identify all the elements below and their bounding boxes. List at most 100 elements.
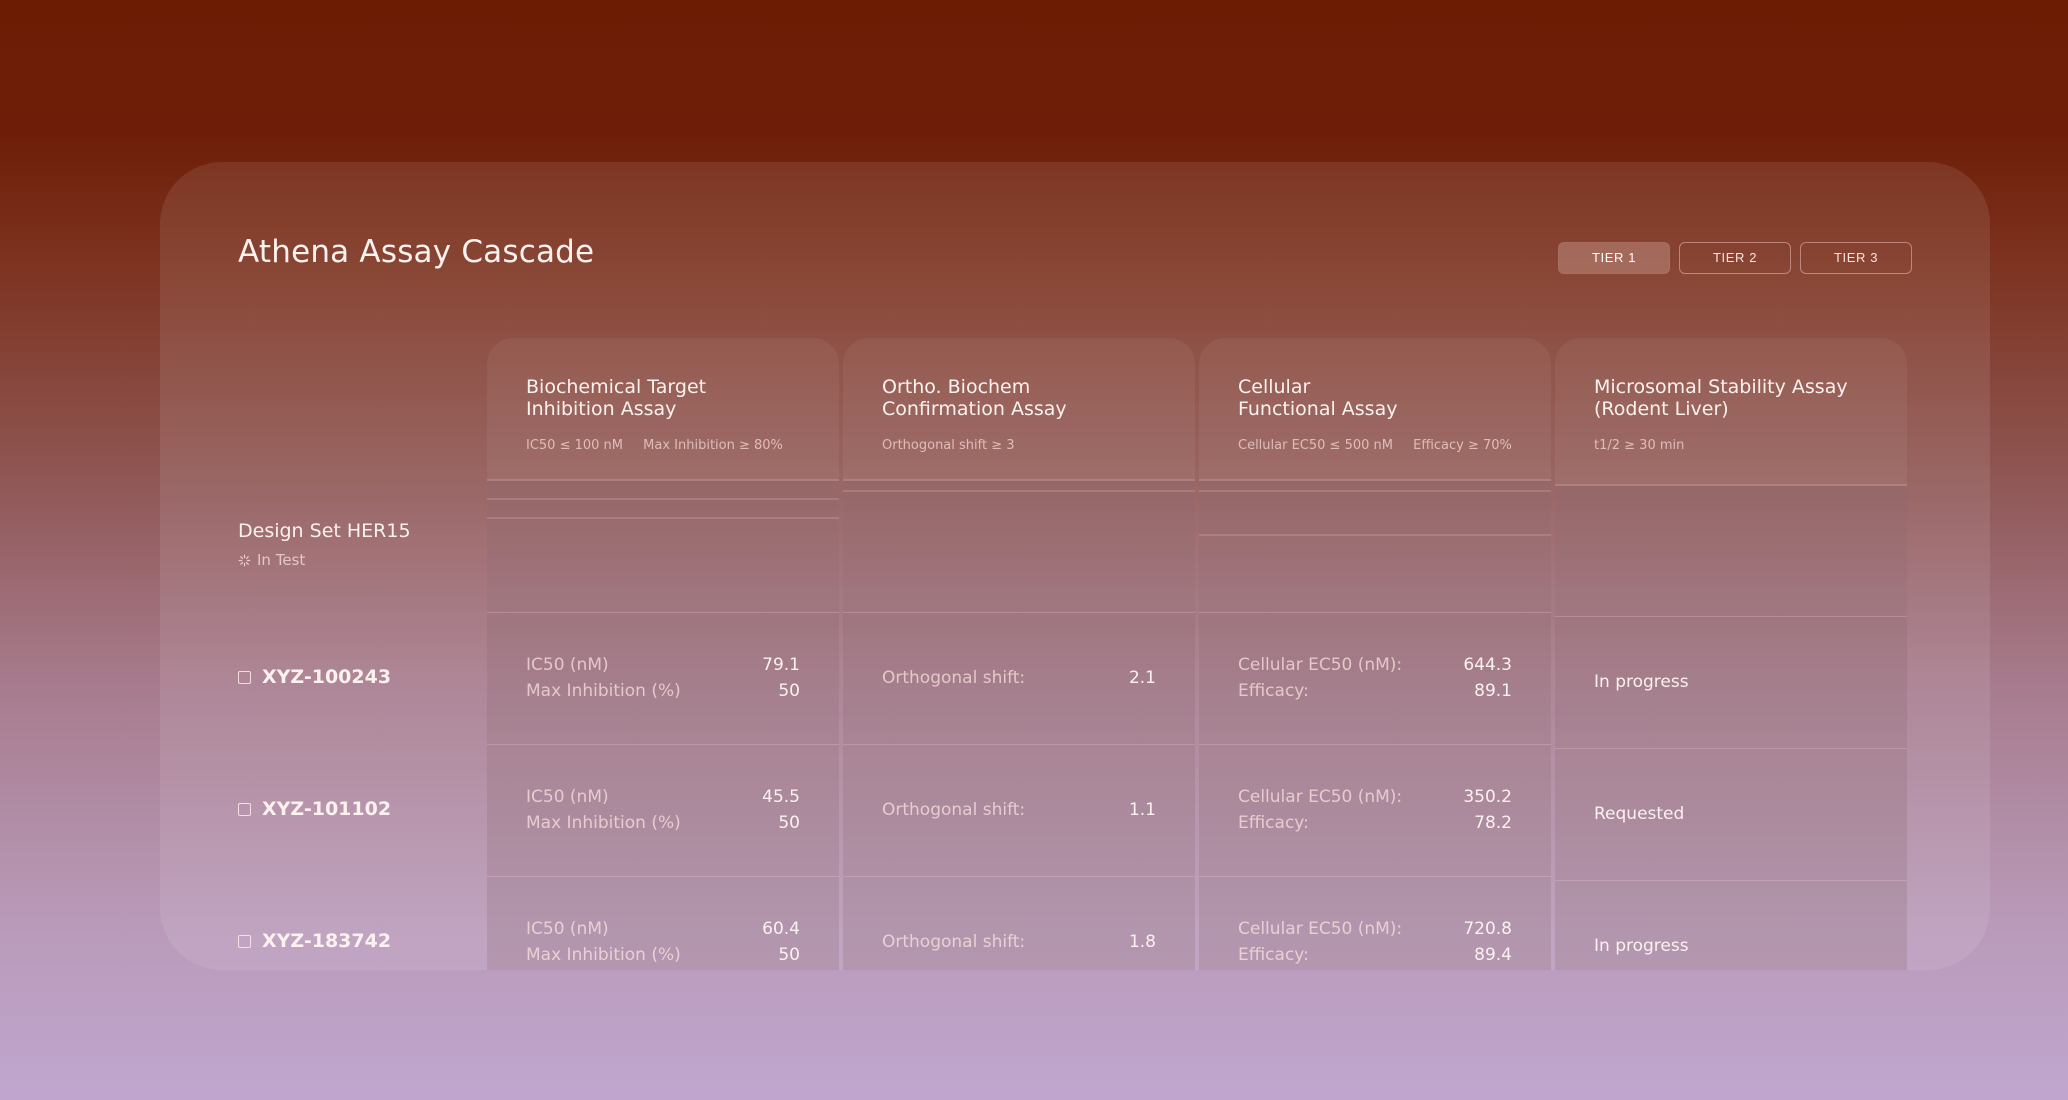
metric-label: IC50 (nM) — [526, 919, 609, 939]
metric-label: Efficacy: — [1238, 681, 1309, 701]
assay-status: Requested — [1594, 804, 1685, 824]
metric-label: Max Inhibition (%) — [526, 945, 681, 965]
metric-value: 2.1 — [1128, 668, 1156, 688]
result-cell[interactable]: Cellular EC50 (nM): 644.3 Efficacy: 89.1 — [1199, 612, 1551, 744]
compound-row-label[interactable]: XYZ-183742 — [238, 930, 391, 952]
metric-label: Max Inhibition (%) — [526, 681, 681, 701]
assay-title: Microsomal Stability Assay (Rodent Liver… — [1594, 376, 1848, 420]
metric-value: 79.1 — [762, 655, 800, 675]
design-set-status-label: In Test — [257, 551, 306, 569]
progress-band — [1199, 479, 1551, 612]
result-cell[interactable]: IC50 (nM) 45.5 Max Inhibition (%) 50 — [487, 744, 839, 876]
metric-label: Orthogonal shift: — [882, 800, 1026, 820]
metric-value: 50 — [778, 813, 800, 833]
metric-label: Orthogonal shift: — [882, 932, 1026, 952]
page-title: Athena Assay Cascade — [238, 234, 595, 270]
progress-line — [1555, 484, 1907, 486]
progress-band — [1555, 484, 1907, 616]
metric-value: 1.8 — [1128, 932, 1156, 952]
metric-row: Orthogonal shift: 1.8 — [882, 932, 1156, 952]
compound-row-label[interactable]: XYZ-101102 — [238, 798, 391, 820]
assay-criteria: t1/2 ≥ 30 min — [1594, 438, 1684, 453]
assay-title: Cellular Functional Assay — [1238, 376, 1398, 420]
result-cell[interactable]: IC50 (nM) 79.1 Max Inhibition (%) 50 — [487, 612, 839, 744]
assay-title: Ortho. Biochem Confirmation Assay — [882, 376, 1067, 420]
progress-line — [843, 479, 1195, 481]
progress-line — [487, 479, 839, 481]
metric-row: Cellular EC50 (nM): 644.3 — [1238, 655, 1512, 675]
metric-value: 720.8 — [1463, 919, 1512, 939]
metric-value: 89.1 — [1474, 681, 1512, 701]
assay-status: In progress — [1594, 672, 1689, 692]
tab-tier-3[interactable]: TIER 3 — [1800, 242, 1912, 274]
tab-tier-1[interactable]: TIER 1 — [1558, 242, 1670, 274]
result-cell[interactable]: In progress — [1555, 880, 1907, 970]
metric-value: 644.3 — [1463, 655, 1512, 675]
result-cell[interactable]: In progress — [1555, 616, 1907, 748]
metric-row: Orthogonal shift: 1.1 — [882, 800, 1156, 820]
compound-row-label[interactable]: XYZ-100243 — [238, 666, 391, 688]
assay-column-biochemical: Biochemical Target Inhibition Assay IC50… — [487, 338, 839, 970]
metric-row: IC50 (nM) 45.5 — [526, 787, 800, 807]
assay-title: Biochemical Target Inhibition Assay — [526, 376, 707, 420]
metric-value: 60.4 — [762, 919, 800, 939]
assay-cascade-panel: Athena Assay Cascade TIER 1 TIER 2 TIER … — [160, 162, 1990, 970]
result-cell[interactable]: Orthogonal shift: 2.1 — [843, 612, 1195, 744]
metric-row: Orthogonal shift: 2.1 — [882, 668, 1156, 688]
compound-checkbox[interactable] — [238, 802, 251, 816]
assay-criterion: Cellular EC50 ≤ 500 nM — [1238, 438, 1393, 453]
design-set-status: In Test — [238, 551, 305, 569]
metric-value: 78.2 — [1474, 813, 1512, 833]
metric-label: Efficacy: — [1238, 945, 1309, 965]
progress-line — [487, 498, 839, 500]
tier-tabs: TIER 1 TIER 2 TIER 3 — [1558, 242, 1912, 274]
assay-criteria: Orthogonal shift ≥ 3 — [882, 438, 1015, 453]
assay-status: In progress — [1594, 936, 1689, 956]
progress-line — [1199, 479, 1551, 481]
compound-id: XYZ-101102 — [262, 798, 392, 820]
assay-criterion: IC50 ≤ 100 nM — [526, 438, 624, 453]
metric-value: 350.2 — [1463, 787, 1512, 807]
metric-label: Cellular EC50 (nM): — [1238, 655, 1403, 675]
result-cell[interactable]: Cellular EC50 (nM): 720.8 Efficacy: 89.4 — [1199, 876, 1551, 970]
progress-band — [843, 479, 1195, 612]
assay-criterion: t1/2 ≥ 30 min — [1594, 438, 1685, 453]
assay-criterion: Orthogonal shift ≥ 3 — [882, 438, 1015, 453]
tab-tier-2[interactable]: TIER 2 — [1679, 242, 1791, 274]
result-cell[interactable]: Orthogonal shift: 1.8 — [843, 876, 1195, 970]
result-cell[interactable]: Requested — [1555, 748, 1907, 880]
metric-row: Cellular EC50 (nM): 720.8 — [1238, 919, 1512, 939]
compound-checkbox[interactable] — [238, 934, 251, 948]
loading-spinner-icon — [238, 554, 251, 566]
metric-row: IC50 (nM) 60.4 — [526, 919, 800, 939]
metric-value: 50 — [778, 945, 800, 965]
result-cell[interactable]: Orthogonal shift: 1.1 — [843, 744, 1195, 876]
assay-column-microsomal: Microsomal Stability Assay (Rodent Liver… — [1555, 338, 1907, 970]
metric-label: Max Inhibition (%) — [526, 813, 681, 833]
progress-line — [1199, 534, 1551, 536]
assay-criterion: Max Inhibition ≥ 80% — [643, 438, 783, 453]
compound-checkbox[interactable] — [238, 670, 251, 684]
metric-row: Max Inhibition (%) 50 — [526, 681, 800, 701]
assay-criterion: Efficacy ≥ 70% — [1413, 438, 1512, 453]
metric-label: Cellular EC50 (nM): — [1238, 919, 1403, 939]
metric-label: Efficacy: — [1238, 813, 1309, 833]
metric-value: 1.1 — [1128, 800, 1156, 820]
metric-label: Cellular EC50 (nM): — [1238, 787, 1403, 807]
metric-value: 50 — [778, 681, 800, 701]
metric-row: Efficacy: 89.4 — [1238, 945, 1512, 965]
assay-criteria: IC50 ≤ 100 nM Max Inhibition ≥ 80% — [526, 438, 783, 453]
metric-row: Max Inhibition (%) 50 — [526, 945, 800, 965]
progress-line — [1199, 490, 1551, 492]
assay-criteria: Cellular EC50 ≤ 500 nM Efficacy ≥ 70% — [1238, 438, 1512, 453]
result-cell[interactable]: Cellular EC50 (nM): 350.2 Efficacy: 78.2 — [1199, 744, 1551, 876]
result-cell[interactable]: IC50 (nM) 60.4 Max Inhibition (%) 50 — [487, 876, 839, 970]
metric-row: Efficacy: 78.2 — [1238, 813, 1512, 833]
assay-column-ortho-biochem: Ortho. Biochem Confirmation Assay Orthog… — [843, 338, 1195, 970]
metric-value: 89.4 — [1474, 945, 1512, 965]
metric-label: IC50 (nM) — [526, 787, 609, 807]
metric-row: IC50 (nM) 79.1 — [526, 655, 800, 675]
progress-line — [843, 490, 1195, 492]
metric-label: IC50 (nM) — [526, 655, 609, 675]
compound-id: XYZ-100243 — [262, 666, 392, 688]
